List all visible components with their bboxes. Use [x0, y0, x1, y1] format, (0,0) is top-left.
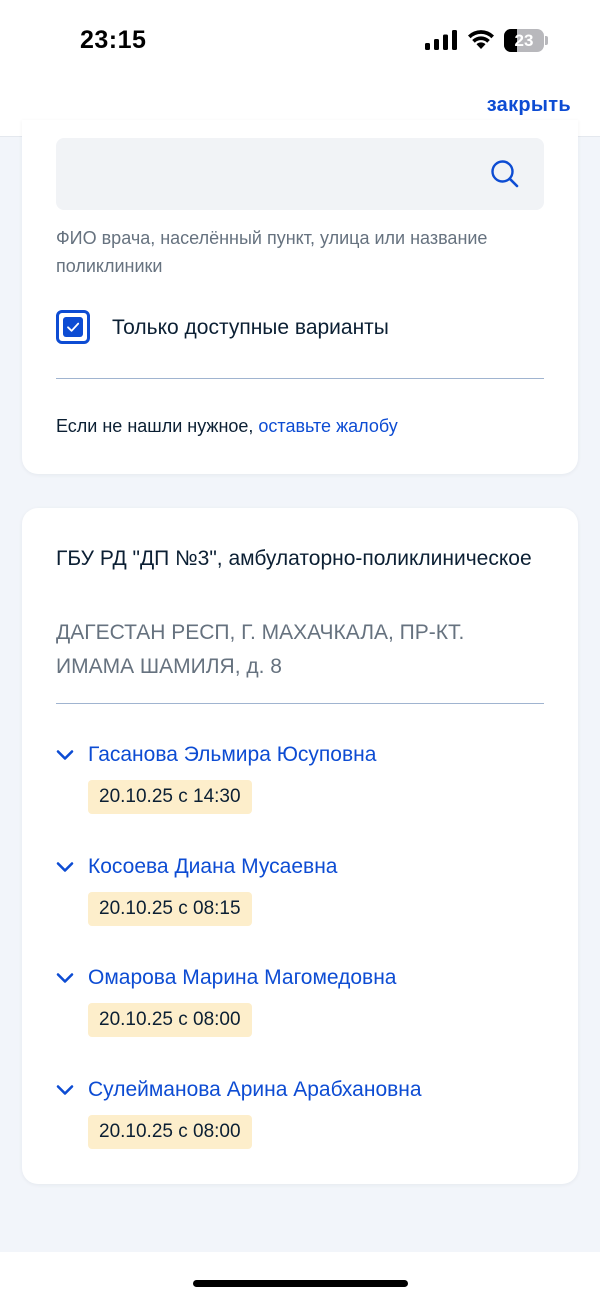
bottom-safe-area — [0, 1252, 600, 1300]
search-input[interactable] — [56, 138, 544, 210]
doctor-item[interactable]: Косоева Диана Мусаевна 20.10.25 с 08:15 — [56, 852, 556, 942]
doctor-item[interactable]: Гасанова Эльмира Юсуповна 20.10.25 с 14:… — [56, 740, 556, 830]
appointment-slot[interactable]: 20.10.25 с 08:15 — [88, 892, 252, 926]
status-bar: 23:15 23 — [0, 0, 600, 80]
battery-icon: 23 — [504, 29, 548, 52]
close-button[interactable]: закрыть — [487, 94, 571, 117]
chevron-down-icon[interactable] — [56, 860, 74, 874]
clinic-name: ГБУ РД "ДП №3", амбулаторно-поликлиничес… — [56, 547, 532, 570]
status-time: 23:15 — [80, 26, 147, 54]
checkbox-checked-fill — [63, 317, 83, 337]
home-indicator[interactable] — [193, 1280, 408, 1287]
appointment-slot[interactable]: 20.10.25 с 08:00 — [88, 1115, 252, 1149]
doctor-name[interactable]: Омарова Марина Магомедовна — [88, 963, 396, 993]
wifi-icon — [468, 30, 494, 49]
checkmark-icon — [67, 322, 80, 332]
doctor-name[interactable]: Косоева Диана Мусаевна — [88, 852, 337, 882]
complaint-link[interactable]: оставьте жалобу — [258, 416, 397, 436]
complaint-prefix: Если не нашли нужное, — [56, 416, 259, 436]
search-hint: ФИО врача, населённый пункт, улица или н… — [56, 228, 488, 276]
clinic-card: ГБУ РД "ДП №3", амбулаторно-поликлиничес… — [22, 508, 578, 1184]
appointment-slot[interactable]: 20.10.25 с 14:30 — [88, 780, 252, 814]
divider — [56, 703, 544, 704]
chevron-down-icon[interactable] — [56, 971, 74, 985]
available-only-label[interactable]: Только доступные варианты — [112, 316, 389, 340]
doctor-name[interactable]: Гасанова Эльмира Юсуповна — [88, 740, 376, 770]
chevron-down-icon[interactable] — [56, 748, 74, 762]
complaint-text: Если не нашли нужное, оставьте жалобу — [56, 416, 398, 437]
search-card: ФИО врача, населённый пункт, улица или н… — [22, 120, 578, 474]
chevron-down-icon[interactable] — [56, 1083, 74, 1097]
battery-level: 23 — [514, 31, 534, 50]
available-only-checkbox[interactable] — [56, 310, 90, 344]
search-icon[interactable] — [490, 159, 520, 189]
doctor-name[interactable]: Сулейманова Арина Арабхановна — [88, 1075, 422, 1105]
doctor-item[interactable]: Омарова Марина Магомедовна 20.10.25 с 08… — [56, 963, 556, 1053]
doctor-item[interactable]: Сулейманова Арина Арабхановна 20.10.25 с… — [56, 1075, 556, 1165]
cellular-signal-icon — [425, 30, 457, 50]
divider — [56, 378, 544, 379]
clinic-address: ДАГЕСТАН РЕСП, Г. МАХАЧКАЛА, ПР-КТ. ИМАМ… — [56, 621, 465, 678]
appointment-slot[interactable]: 20.10.25 с 08:00 — [88, 1003, 252, 1037]
